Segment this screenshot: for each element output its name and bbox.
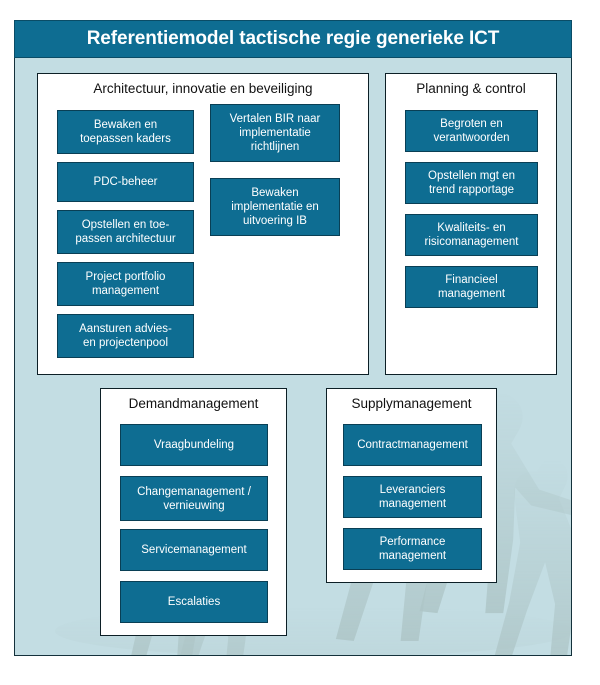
process-box-aansturen-advies-projectenpool[interactable]: Aansturen advies- en projectenpool [57, 314, 194, 358]
panel-title-supplymanagement: Supplymanagement [351, 396, 472, 411]
panel-title-architectuur: Architectuur, innovatie en beveiliging [93, 81, 313, 96]
process-box-bewaken-implementatie-uitvoering-ib[interactable]: Bewaken implementatie en uitvoering IB [210, 178, 340, 236]
panel-architectuur: Architectuur, innovatie en beveiliging B… [37, 73, 369, 375]
process-box-escalaties[interactable]: Escalaties [120, 581, 268, 623]
process-box-leveranciers-management[interactable]: Leveranciers management [343, 476, 482, 518]
page-title: Referentiemodel tactische regie generiek… [86, 28, 500, 49]
diagram-title-bar: Referentiemodel tactische regie generiek… [14, 20, 572, 58]
process-box-performance-management[interactable]: Performance management [343, 528, 482, 570]
panel-title-planning-control: Planning & control [416, 81, 526, 96]
process-box-contractmanagement[interactable]: Contractmanagement [343, 424, 482, 466]
process-box-project-portfolio-management[interactable]: Project portfolio management [57, 262, 194, 306]
process-box-vertalen-bir-implementatie-richtlijnen[interactable]: Vertalen BIR naar implementatie richtlij… [210, 104, 340, 162]
process-box-financieel-management[interactable]: Financieel management [405, 266, 538, 308]
panel-demandmanagement: Demandmanagement Vraagbundeling Changema… [100, 388, 287, 636]
process-box-bewaken-toepassen-kaders[interactable]: Bewaken en toepassen kaders [57, 110, 194, 154]
process-box-vraagbundeling[interactable]: Vraagbundeling [120, 424, 268, 466]
process-box-kwaliteits-risicomanagement[interactable]: Kwaliteits- en risicomanagement [405, 214, 538, 256]
process-box-opstellen-toepassen-architectuur[interactable]: Opstellen en toe- passen architectuur [57, 210, 194, 254]
panel-planning-control: Planning & control Begroten en verantwoo… [385, 73, 557, 375]
process-box-begroten-verantwoorden[interactable]: Begroten en verantwoorden [405, 110, 538, 152]
diagram-canvas: Referentiemodel tactische regie generiek… [0, 0, 600, 685]
process-box-servicemanagement[interactable]: Servicemanagement [120, 529, 268, 571]
panel-supplymanagement: Supplymanagement Contractmanagement Leve… [326, 388, 497, 583]
panel-title-demandmanagement: Demandmanagement [128, 396, 259, 411]
process-box-opstellen-mgt-trend-rapportage[interactable]: Opstellen mgt en trend rapportage [405, 162, 538, 204]
process-box-pdc-beheer[interactable]: PDC-beheer [57, 162, 194, 202]
process-box-changemanagement-vernieuwing[interactable]: Changemanagement / vernieuwing [120, 476, 268, 521]
